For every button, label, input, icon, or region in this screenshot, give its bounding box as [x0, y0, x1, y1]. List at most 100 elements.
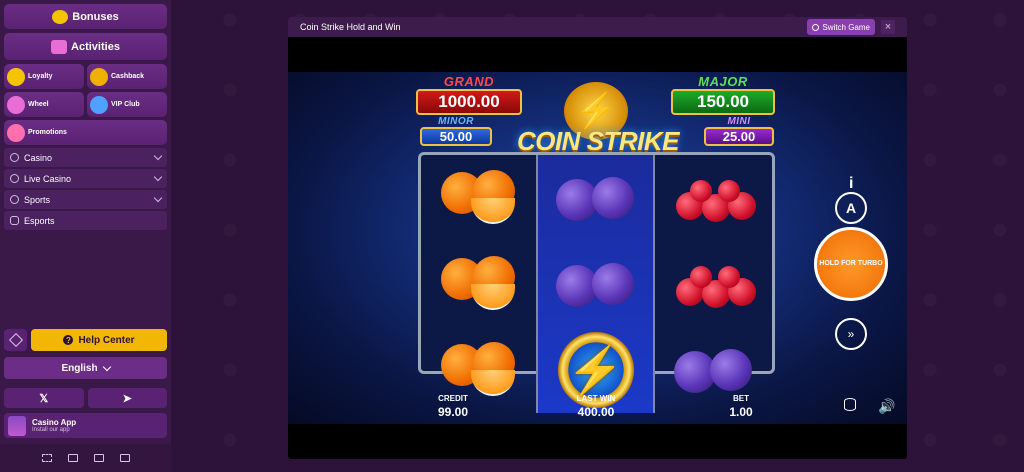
symbol-plum — [538, 155, 653, 241]
sound-icon[interactable]: 🔊 — [878, 398, 895, 415]
language-select[interactable]: English — [4, 357, 167, 379]
fast-forward-icon: » — [847, 327, 855, 341]
casino-icon — [10, 153, 19, 162]
credit-label: CREDIT — [438, 394, 468, 403]
reels-panel: ⚡ — [418, 152, 775, 413]
quick-links: Loyalty Cashback Wheel VIP Club Promotio… — [4, 64, 167, 145]
activities-icon — [51, 39, 68, 54]
activities-button[interactable]: Activities — [4, 33, 167, 60]
x-icon: 𝕏 — [39, 392, 49, 405]
fullscreen-icon[interactable] — [41, 454, 52, 462]
nav-label: Casino — [24, 152, 53, 163]
telegram-link[interactable]: ➤ — [87, 388, 167, 408]
turbo-button[interactable]: » — [835, 318, 867, 350]
switch-game-button[interactable]: Switch Game — [807, 19, 875, 35]
chevron-down-icon — [102, 362, 111, 371]
mini-value: 25.00 — [704, 127, 774, 146]
symbol-cherry — [655, 155, 772, 241]
gamepad-icon — [10, 216, 19, 225]
cube-icon — [8, 332, 23, 348]
question-icon: ? — [63, 335, 74, 345]
money-bag-icon — [90, 67, 108, 86]
support-icon-button[interactable] — [4, 329, 27, 351]
major-label: MAJOR — [698, 74, 748, 89]
spin-button[interactable]: HOLD FOR TURBO — [814, 227, 888, 301]
view-mode-bar — [0, 444, 171, 472]
symbol-orange — [421, 241, 536, 327]
promotions-icon — [7, 123, 25, 142]
game-stage: GRAND 1000.00 MAJOR 150.00 MINOR 50.00 M… — [288, 72, 907, 424]
major-value: 150.00 — [671, 89, 775, 115]
minor-jackpot: MINOR 50.00 — [420, 116, 492, 146]
wheel-icon — [7, 95, 25, 114]
dual-view-icon[interactable] — [93, 454, 104, 462]
sports-icon — [10, 195, 19, 204]
reel-2: ⚡ — [538, 155, 655, 413]
major-jackpot: MAJOR 150.00 — [671, 74, 775, 115]
nav-sports[interactable]: Sports — [4, 190, 167, 209]
game-window: Coin Strike Hold and Win Switch Game × G… — [288, 17, 907, 459]
autoplay-icon: A — [845, 200, 857, 216]
x-link[interactable]: 𝕏 — [4, 388, 84, 408]
casino-app-button[interactable]: Casino App Install our app — [4, 413, 167, 438]
chevron-down-icon — [153, 151, 163, 161]
quad-view-icon[interactable] — [119, 454, 130, 462]
reel-1 — [421, 155, 538, 413]
credit-value: 99.00 — [437, 405, 469, 419]
app-subtitle: Install our app — [32, 427, 70, 433]
help-center-label: Help Center — [78, 334, 135, 346]
bet-value: 1.00 — [729, 405, 753, 419]
tile-label: VIP Club — [111, 101, 140, 108]
nav-label: Sports — [24, 194, 51, 205]
bet-display: BET 1.00 — [724, 394, 758, 419]
coins-stack-icon[interactable] — [844, 398, 856, 411]
credit-display: CREDIT 99.00 — [428, 394, 478, 419]
chevron-down-icon — [153, 172, 163, 182]
close-icon: × — [884, 21, 892, 33]
telegram-icon: ➤ — [122, 392, 132, 405]
symbol-cherry — [655, 241, 772, 327]
tile-label: Loyalty — [28, 73, 53, 80]
phone-icon — [8, 415, 26, 436]
grand-jackpot: GRAND 1000.00 — [416, 74, 522, 115]
symbol-orange — [421, 155, 536, 241]
grand-label: GRAND — [443, 74, 495, 89]
loyalty-button[interactable]: Loyalty — [4, 64, 84, 89]
app-title: Casino App — [32, 418, 77, 427]
wheel-button[interactable]: Wheel — [4, 92, 84, 117]
single-view-icon[interactable] — [67, 454, 78, 462]
tile-label: Wheel — [28, 101, 49, 108]
help-row: ? Help Center — [4, 329, 167, 351]
game-window-header: Coin Strike Hold and Win Switch Game × — [288, 17, 907, 37]
minor-value: 50.00 — [420, 127, 492, 146]
info-button[interactable]: i — [849, 175, 853, 193]
last-win-label: LAST WIN — [576, 394, 616, 403]
nav-live-casino[interactable]: Live Casino — [4, 169, 167, 188]
language-label: English — [61, 362, 98, 374]
autoplay-button[interactable]: A — [835, 192, 867, 224]
duck-icon — [7, 67, 25, 86]
search-icon — [812, 23, 820, 31]
reel-3 — [655, 155, 772, 413]
activities-label: Activities — [71, 40, 120, 53]
last-win-display: LAST WIN 400.00 — [566, 394, 626, 419]
bonuses-label: Bonuses — [72, 10, 119, 23]
duck-icon — [52, 9, 69, 24]
nav-label: Esports — [24, 215, 55, 226]
promotions-button[interactable]: Promotions — [4, 120, 167, 145]
grand-value: 1000.00 — [416, 89, 522, 115]
last-win-value: 400.00 — [577, 405, 615, 419]
chevron-down-icon — [153, 193, 163, 203]
cashback-button[interactable]: Cashback — [87, 64, 167, 89]
mini-label: MINI — [727, 116, 751, 127]
tile-label: Promotions — [28, 129, 67, 136]
nav-casino[interactable]: Casino — [4, 148, 167, 167]
help-center-button[interactable]: ? Help Center — [31, 329, 167, 351]
bet-label: BET — [733, 394, 749, 403]
close-button[interactable]: × — [881, 20, 895, 34]
live-casino-icon — [10, 174, 19, 183]
nav-esports[interactable]: Esports — [4, 211, 167, 230]
vip-club-button[interactable]: VIP Club — [87, 92, 167, 117]
bonuses-button[interactable]: Bonuses — [4, 4, 167, 29]
tile-label: Cashback — [111, 73, 145, 80]
